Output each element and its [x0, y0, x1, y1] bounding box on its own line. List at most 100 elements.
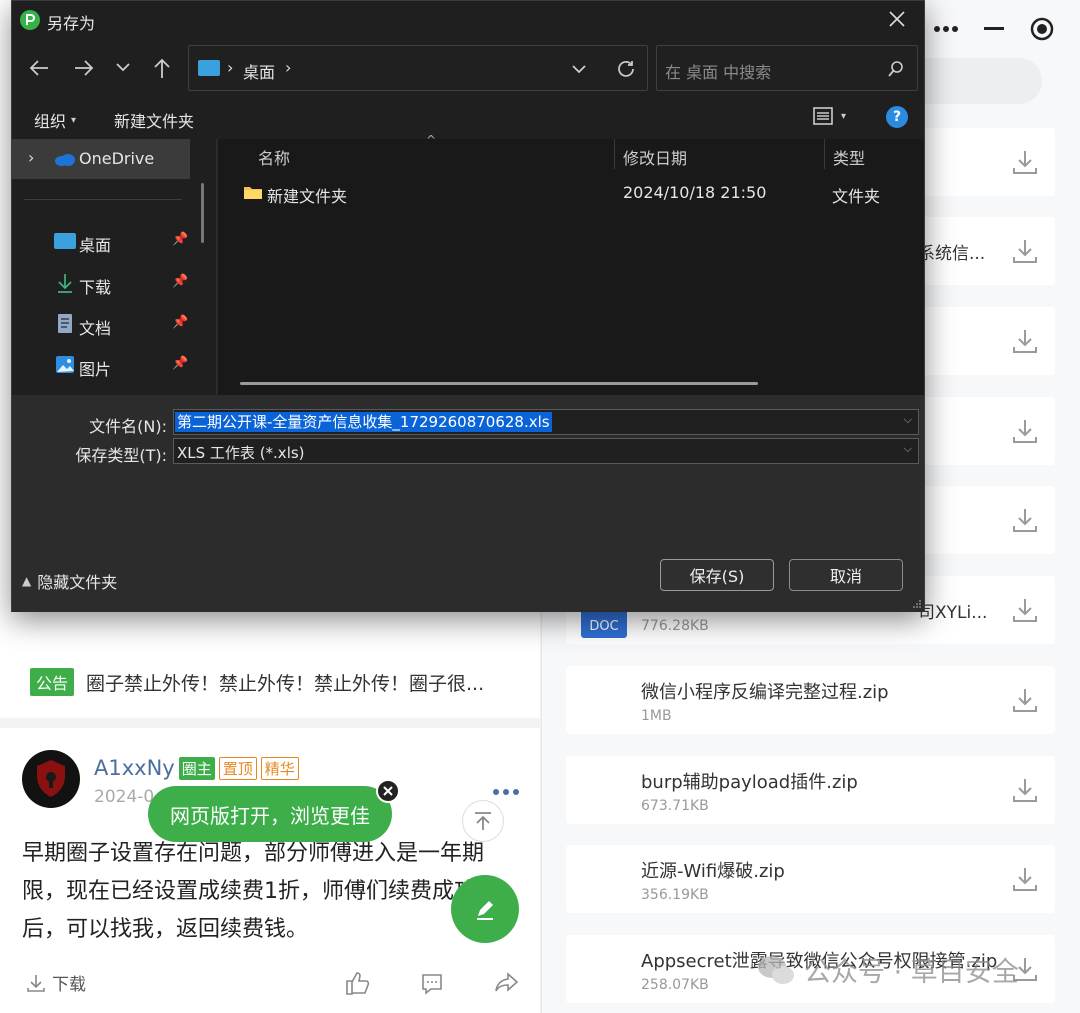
filename-field[interactable]: 第二期公开课-全量资产信息收集_1729260870628.xls ⌵ — [173, 409, 919, 435]
column-header-date[interactable]: 修改日期 — [623, 145, 687, 169]
search-placeholder: 在 桌面 中搜索 — [665, 63, 772, 82]
download-icon[interactable] — [1009, 235, 1041, 267]
chevron-down-icon[interactable]: ⌵ — [904, 442, 912, 456]
search-icon[interactable] — [887, 60, 905, 78]
help-icon[interactable]: ? — [886, 106, 908, 128]
download-icon — [58, 274, 72, 293]
file-size: 776.28KB — [641, 618, 709, 634]
close-icon[interactable] — [888, 10, 906, 28]
chevron-up-icon: ▲ — [22, 574, 32, 588]
file-card[interactable]: 近源-Wifi爆破.zip 356.19KB — [566, 845, 1055, 913]
comment-icon[interactable] — [420, 972, 444, 996]
chevron-right-icon[interactable]: › — [28, 148, 34, 167]
breadcrumb-location[interactable]: 桌面 — [243, 59, 275, 83]
download-icon[interactable] — [1009, 774, 1041, 806]
file-date: 2024/10/18 21:50 — [623, 183, 767, 202]
column-header-name[interactable]: 名称 — [258, 145, 290, 169]
chevron-down-icon[interactable]: ⌵ — [904, 413, 912, 427]
sidebar-item-desktop[interactable]: 桌面 📌 — [12, 227, 190, 255]
download-icon[interactable] — [1009, 594, 1041, 626]
folder-icon — [244, 187, 262, 199]
filetype-select[interactable]: XLS 工作表 (*.xls) ⌵ — [173, 438, 919, 464]
hide-folders-label: 隐藏文件夹 — [37, 573, 118, 592]
organize-menu[interactable]: 组织 ▾ — [34, 108, 76, 132]
sidebar-item-label: 下载 — [79, 278, 112, 297]
sidebar-item-downloads[interactable]: 下载 📌 — [12, 269, 190, 297]
share-icon[interactable] — [494, 970, 520, 996]
save-form: 文件名(N): 第二期公开课-全量资产信息收集_1729260870628.xl… — [12, 395, 924, 612]
download-icon[interactable] — [1009, 146, 1041, 178]
hide-folders-toggle[interactable]: ▲ 隐藏文件夹 — [22, 569, 117, 593]
save-as-dialog: 另存为 › 桌面 › 在 桌面 中搜索 组织 ▾ 新建文件夹 ▾ ? › One… — [11, 0, 925, 612]
file-name: burp辅助payload插件.zip — [641, 772, 858, 793]
refresh-icon[interactable] — [616, 59, 636, 79]
divider — [24, 199, 182, 200]
new-folder-button[interactable]: 新建文件夹 — [114, 108, 194, 132]
download-action[interactable]: 下载 — [26, 970, 86, 995]
compose-icon[interactable] — [451, 875, 519, 943]
dialog-titlebar[interactable]: 另存为 — [12, 1, 924, 39]
avatar[interactable] — [22, 750, 80, 808]
open-web-toast[interactable]: 网页版打开，浏览更佳 — [148, 786, 392, 842]
file-size: 1MB — [641, 708, 672, 724]
horizontal-scrollbar[interactable] — [240, 382, 758, 385]
resize-grip-icon[interactable] — [912, 599, 922, 609]
download-icon[interactable] — [1009, 863, 1041, 895]
view-options[interactable]: ▾ — [813, 106, 846, 126]
save-button[interactable]: 保存(S) — [660, 559, 774, 591]
sidebar-item-onedrive[interactable]: › OneDrive — [12, 139, 190, 179]
author-name[interactable]: A1xxNy — [94, 756, 175, 780]
sidebar-item-label: 桌面 — [79, 236, 112, 255]
download-icon[interactable] — [1009, 415, 1041, 447]
sidebar-item-label: 文档 — [79, 319, 112, 338]
column-header-type[interactable]: 类型 — [833, 145, 865, 169]
minimize-icon[interactable] — [976, 14, 1012, 44]
file-size: 258.07KB — [641, 977, 709, 993]
column-divider[interactable] — [824, 139, 825, 169]
pin-icon[interactable]: 📌 — [172, 315, 188, 330]
pin-icon[interactable]: 📌 — [172, 274, 188, 289]
pin-icon[interactable]: 📌 — [172, 356, 188, 371]
divider — [0, 718, 540, 728]
file-name: 近源-Wifi爆破.zip — [641, 861, 785, 882]
search-box[interactable]: 在 桌面 中搜索 — [656, 45, 918, 91]
filename-label: 文件名(N): — [89, 417, 167, 436]
caret-down-icon: ▾ — [841, 110, 847, 122]
cloud-icon — [55, 154, 75, 166]
file-card[interactable]: 微信小程序反编译完整过程.zip 1MB — [566, 666, 1055, 734]
like-icon[interactable] — [344, 970, 370, 996]
address-history-icon[interactable] — [572, 64, 586, 74]
sidebar-scrollbar[interactable] — [201, 183, 204, 243]
pinned-badge: 置顶 — [218, 756, 257, 780]
sidebar-item-documents[interactable]: 文档 📌 — [12, 310, 190, 338]
back-icon[interactable] — [28, 58, 50, 78]
notice-row[interactable]: 公告 圈子禁止外传！禁止外传！禁止外传！圈子很... — [30, 668, 484, 696]
file-name: 司XYLi... — [918, 603, 988, 623]
more-icon[interactable] — [928, 14, 964, 44]
back-to-top-icon[interactable] — [462, 800, 504, 842]
file-card[interactable]: burp辅助payload插件.zip 673.71KB — [566, 756, 1055, 824]
sidebar-item-pictures[interactable]: 图片 📌 — [12, 351, 190, 379]
cancel-button[interactable]: 取消 — [789, 559, 903, 591]
column-divider[interactable] — [614, 139, 615, 169]
recent-locations-icon[interactable] — [116, 62, 130, 72]
download-icon[interactable] — [1009, 325, 1041, 357]
address-bar[interactable]: › 桌面 › — [188, 45, 648, 91]
search-bar[interactable] — [920, 58, 1042, 104]
download-icon — [27, 974, 45, 992]
file-row[interactable]: 新建文件夹 2024/10/18 21:50 文件夹 — [238, 175, 918, 209]
record-icon[interactable] — [1024, 14, 1060, 44]
file-name: 新建文件夹 — [267, 187, 348, 206]
download-icon[interactable] — [1009, 684, 1041, 716]
breadcrumb-separator-icon[interactable]: › — [285, 58, 291, 77]
download-icon[interactable] — [1009, 504, 1041, 536]
pin-icon[interactable]: 📌 — [172, 232, 188, 247]
forward-icon[interactable] — [73, 58, 95, 78]
more-options-icon[interactable] — [492, 788, 520, 796]
up-icon[interactable] — [152, 57, 172, 79]
filetype-value: XLS 工作表 (*.xls) — [177, 444, 305, 462]
post-date: 2024-0 — [94, 787, 155, 807]
sidebar-item-label: OneDrive — [79, 149, 155, 168]
file-size: 673.71KB — [641, 798, 709, 814]
close-icon[interactable] — [376, 779, 400, 803]
